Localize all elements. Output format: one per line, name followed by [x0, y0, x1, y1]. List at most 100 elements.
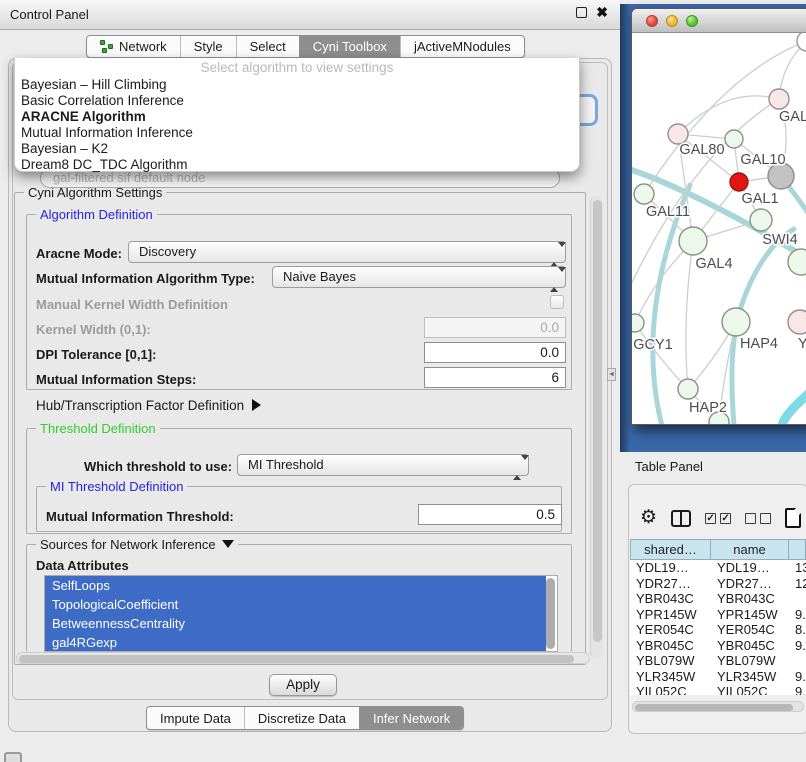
aracne-mode-select[interactable]: Discovery [128, 241, 566, 263]
data-attributes-list[interactable]: SelfLoopsTopologicalCoefficientBetweenne… [44, 575, 558, 652]
network-window[interactable]: GALGAL80GAL10GAL1GAL11GAL4SWI4GCY1HAP4YH… [631, 8, 806, 425]
network-node-gal[interactable] [769, 89, 789, 109]
network-node[interactable] [797, 33, 806, 51]
table-row[interactable]: YDR27…YDR27…12 [630, 576, 806, 592]
table-cell: YIL052C [711, 684, 789, 695]
control-panel-title: Control Panel [10, 7, 89, 22]
network-window-titlebar[interactable] [632, 9, 806, 33]
checkbox-checked-icon[interactable]: ✓ [720, 513, 731, 524]
table-cell [789, 591, 806, 607]
close-window-icon[interactable] [646, 15, 658, 27]
table-cell: 13 [789, 560, 806, 576]
table-body[interactable]: YDL19…YDL19…13YDR27…YDR27…12YBR043CYBR04… [630, 560, 806, 695]
settings-horizontal-scrollbar[interactable] [16, 652, 590, 664]
tab-network[interactable]: Network [87, 36, 180, 57]
zoom-window-icon[interactable] [686, 15, 698, 27]
mi-threshold-field[interactable]: 0.5 [418, 504, 562, 525]
network-node-hap4[interactable] [722, 308, 750, 336]
tab-select[interactable]: Select [236, 36, 299, 57]
tab-cyni-toolbox[interactable]: Cyni Toolbox [299, 36, 400, 57]
table-cell: YLR345W [630, 669, 711, 685]
dropdown-item[interactable]: Basic Correlation Inference [15, 93, 579, 109]
table-row[interactable]: YER054CYER054C8. [630, 622, 806, 638]
dropdown-item[interactable]: Dream8 DC_TDC Algorithm [15, 157, 579, 173]
table-cell: 8. [789, 622, 806, 638]
tab-label: jActiveMNodules [414, 39, 511, 54]
table-cell: 9. [789, 638, 806, 654]
close-panel-icon[interactable]: ✖ [596, 7, 608, 18]
sources-legend[interactable]: Sources for Network Inference [36, 537, 238, 552]
apply-button[interactable]: Apply [269, 674, 337, 696]
float-window-icon[interactable] [576, 7, 587, 18]
manual-kernel-checkbox[interactable] [550, 295, 564, 309]
tab-style[interactable]: Style [180, 36, 236, 57]
stepper-arrows-icon [550, 270, 558, 290]
dropdown-item[interactable]: Mutual Information Inference [15, 125, 579, 141]
gear-icon[interactable]: ⚙ [640, 508, 657, 528]
table-cell: YPR145W [711, 607, 789, 623]
which-threshold-select[interactable]: MI Threshold [237, 454, 529, 476]
column-header[interactable]: shared… [630, 539, 711, 560]
dropdown-placeholder: Select algorithm to view settings [15, 60, 579, 77]
network-node-y[interactable] [788, 310, 806, 334]
attribute-item[interactable]: BetweennessCentrality [45, 614, 546, 633]
tab-infer-network[interactable]: Infer Network [359, 707, 463, 729]
table-horizontal-scrollbar[interactable] [632, 701, 804, 712]
network-node-swi4[interactable] [788, 249, 806, 275]
table-row[interactable]: YBR043CYBR043C [630, 591, 806, 607]
table-cell: 9. [789, 607, 806, 623]
table-cell: 9. [789, 684, 806, 695]
dpi-tolerance-field[interactable]: 0.0 [424, 342, 566, 363]
data-attributes-label: Data Attributes [36, 558, 129, 573]
network-node[interactable] [750, 209, 772, 231]
panel-splitter-handle[interactable]: ◄ [607, 368, 616, 381]
network-node-gal10[interactable] [725, 130, 743, 148]
table-row[interactable]: YDL19…YDL19…13 [630, 560, 806, 576]
hub-definition-toggle[interactable]: Hub/Transcription Factor Definition [36, 398, 261, 413]
node-label: HAP2 [689, 400, 727, 416]
node-label: GAL1 [741, 191, 778, 207]
table-cell: 9. [789, 669, 806, 685]
checkbox-unchecked-icon[interactable] [745, 513, 756, 524]
minimize-window-icon[interactable] [666, 15, 678, 27]
table-row[interactable]: YIL052CYIL052C9. [630, 684, 806, 695]
network-node-gal11[interactable] [634, 184, 654, 204]
tab-impute-data[interactable]: Impute Data [147, 707, 244, 729]
table-row[interactable]: YLR345WYLR345W9. [630, 669, 806, 685]
collapsed-panel-chip[interactable] [4, 752, 22, 762]
checkbox-checked-icon[interactable]: ✓ [705, 513, 716, 524]
attribute-item[interactable]: gal4RGexp [45, 633, 546, 652]
network-node-gal80[interactable] [668, 124, 688, 144]
network-node-gcy1[interactable] [632, 314, 644, 332]
stepper-arrows-icon [513, 458, 521, 478]
desktop-edge-shadow [620, 4, 630, 452]
network-canvas[interactable]: GALGAL80GAL10GAL1GAL11GAL4SWI4GCY1HAP4YH… [632, 33, 806, 425]
dropdown-item[interactable]: Bayesian – K2 [15, 141, 579, 157]
mi-steps-field[interactable]: 6 [424, 367, 566, 388]
table-row[interactable]: YPR145WYPR145W9. [630, 607, 806, 623]
table-cell: YDR27… [711, 576, 789, 592]
dropdown-item[interactable]: Bayesian – Hill Climbing [15, 77, 579, 93]
table-row[interactable]: YBR045CYBR045C9. [630, 638, 806, 654]
table-cell: YLR345W [711, 669, 789, 685]
attr-list-scrollbar[interactable] [546, 578, 555, 649]
network-node-hap2[interactable] [678, 379, 698, 399]
tab-label: Cyni Toolbox [313, 39, 387, 54]
dropdown-item[interactable]: ARACNE Algorithm [15, 109, 579, 125]
column-header[interactable] [789, 539, 806, 560]
network-node-gal1[interactable] [730, 173, 748, 191]
settings-vertical-scrollbar[interactable] [590, 196, 603, 658]
network-node-gal4[interactable] [679, 227, 707, 255]
tab-label: Network [119, 39, 167, 54]
checkbox-unchecked-icon[interactable] [760, 513, 771, 524]
tab-jactivemnodules[interactable]: jActiveMNodules [400, 36, 524, 57]
column-layout-icon[interactable] [671, 510, 691, 527]
column-header[interactable]: name [711, 539, 789, 560]
table-cell: YBR045C [630, 638, 711, 654]
new-table-icon[interactable] [785, 508, 801, 528]
attribute-item[interactable]: TopologicalCoefficient [45, 595, 546, 614]
table-row[interactable]: YBL079WYBL079W [630, 653, 806, 669]
tab-discretize-data[interactable]: Discretize Data [244, 707, 359, 729]
mi-type-select[interactable]: Naive Bayes [272, 266, 566, 288]
attribute-item[interactable]: SelfLoops [45, 576, 546, 595]
